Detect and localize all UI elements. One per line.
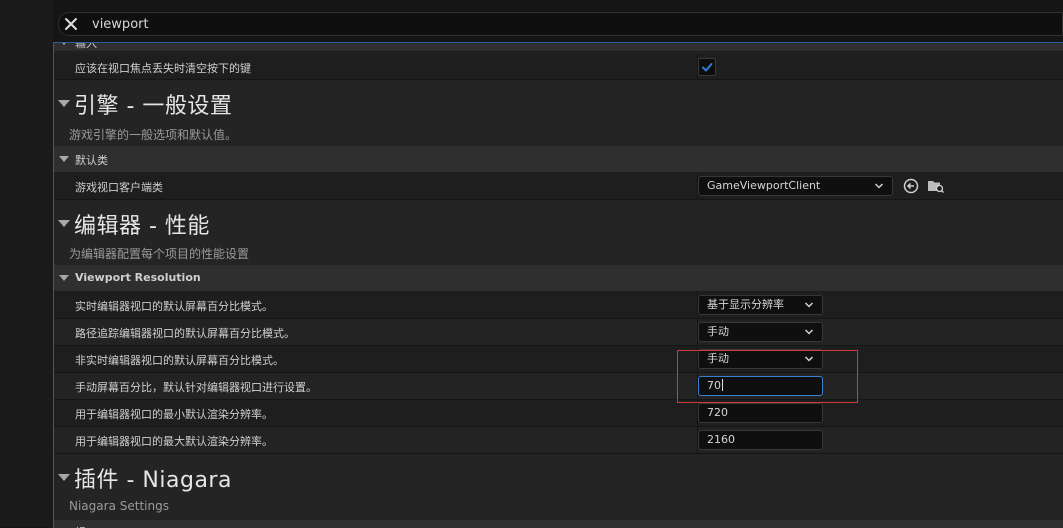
focus-lost-checkbox[interactable] <box>698 58 716 76</box>
property-row-game-viewport-client: 游戏视口客户端类 GameViewportClient <box>54 173 1063 200</box>
section-title: 编辑器 - 性能 <box>74 214 210 239</box>
collapse-arrow-icon[interactable] <box>58 474 70 481</box>
property-label: 实时编辑器视口的默认屏幕百分比模式。 <box>75 300 273 313</box>
property-row-manual-percentage: 手动屏幕百分比，默认针对编辑器视口进行设置。 70 <box>54 373 1063 400</box>
collapse-arrow-icon[interactable] <box>58 220 70 227</box>
left-side-strip <box>0 0 53 527</box>
clear-search-button[interactable] <box>60 13 82 35</box>
dropdown-value: 手动 <box>707 325 729 338</box>
category-label: 输入 <box>75 42 97 50</box>
pathtrace-mode-dropdown[interactable]: 手动 <box>698 322 823 342</box>
property-label: 应该在视口焦点丢失时清空按下的键 <box>75 62 251 75</box>
category-label: Viewport Resolution <box>75 271 201 284</box>
category-label: 视口 <box>75 524 97 528</box>
category-header-viewport-resolution[interactable]: Viewport Resolution <box>54 265 1063 292</box>
property-label: 非实时编辑器视口的默认屏幕百分比模式。 <box>75 354 284 367</box>
chevron-down-icon <box>874 183 884 189</box>
category-header-default-classes[interactable]: 默认类 <box>54 146 1063 173</box>
input-value: 2160 <box>707 433 735 446</box>
collapse-arrow-icon <box>59 275 69 281</box>
category-label: 默认类 <box>75 154 108 167</box>
chevron-down-icon <box>804 302 814 308</box>
property-row-pathtrace-mode: 路径追踪编辑器视口的默认屏幕百分比模式。 手动 <box>54 319 1063 346</box>
arrow-left-circle-icon <box>903 178 919 194</box>
section-engine-general: 引擎 - 一般设置 游戏引擎的一般选项和默认值。 <box>54 80 1063 146</box>
property-row-max-resolution: 用于编辑器视口的最大默认渲染分辨率。 2160 <box>54 427 1063 454</box>
property-row-focus-lost: 应该在视口焦点丢失时清空按下的键 <box>54 53 1063 80</box>
category-header-input[interactable]: 输入 <box>54 42 1063 52</box>
section-niagara: 插件 - Niagara Niagara Settings <box>54 454 1063 520</box>
section-subtitle: Niagara Settings <box>69 499 169 513</box>
search-input[interactable]: viewport <box>92 17 149 32</box>
section-subtitle: 为编辑器配置每个项目的性能设置 <box>69 247 250 261</box>
folder-search-icon <box>928 181 945 194</box>
property-row-min-resolution: 用于编辑器视口的最小默认渲染分辨率。 720 <box>54 400 1063 427</box>
checkmark-icon <box>702 63 713 72</box>
chevron-down-icon <box>804 329 814 335</box>
property-label: 手动屏幕百分比，默认针对编辑器视口进行设置。 <box>75 381 317 394</box>
property-label: 用于编辑器视口的最大默认渲染分辨率。 <box>75 435 273 448</box>
section-subtitle: 游戏引擎的一般选项和默认值。 <box>69 128 238 142</box>
annotation-highlight-box <box>677 350 858 403</box>
property-row-realtime-mode: 实时编辑器视口的默认屏幕百分比模式。 基于显示分辨率 <box>54 292 1063 319</box>
details-panel: 输入 应该在视口焦点丢失时清空按下的键 引擎 - 一般设置 游戏引擎的一般选项和… <box>53 42 1063 528</box>
section-title: 插件 - Niagara <box>74 468 232 493</box>
min-resolution-input[interactable]: 720 <box>698 403 823 423</box>
browse-button[interactable] <box>927 177 945 195</box>
max-resolution-input[interactable]: 2160 <box>698 430 823 450</box>
collapse-arrow-icon <box>59 43 69 45</box>
game-viewport-client-dropdown[interactable]: GameViewportClient <box>698 176 893 196</box>
section-editor-performance: 编辑器 - 性能 为编辑器配置每个项目的性能设置 <box>54 200 1063 265</box>
collapse-arrow-icon <box>59 156 69 162</box>
search-box[interactable]: viewport <box>58 12 1063 36</box>
dropdown-value: GameViewportClient <box>707 179 821 192</box>
dropdown-value: 基于显示分辨率 <box>707 298 784 311</box>
property-row-nonrealtime-mode: 非实时编辑器视口的默认屏幕百分比模式。 手动 <box>54 346 1063 373</box>
collapse-arrow-icon[interactable] <box>58 100 70 107</box>
section-title: 引擎 - 一般设置 <box>74 94 233 119</box>
use-selected-button[interactable] <box>902 177 920 195</box>
input-value: 720 <box>707 406 728 419</box>
close-icon <box>65 18 77 30</box>
realtime-mode-dropdown[interactable]: 基于显示分辨率 <box>698 295 823 315</box>
property-label: 路径追踪编辑器视口的默认屏幕百分比模式。 <box>75 327 295 340</box>
property-label: 游戏视口客户端类 <box>75 181 163 194</box>
property-label: 用于编辑器视口的最小默认渲染分辨率。 <box>75 408 273 421</box>
